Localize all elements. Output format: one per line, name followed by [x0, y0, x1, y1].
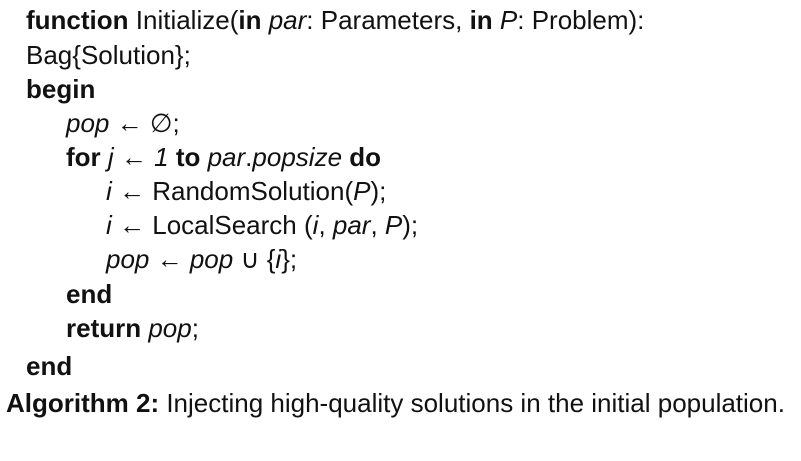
algorithm-line: pop ← pop ∪ {i}; [106, 243, 297, 275]
keyword: end [66, 279, 113, 309]
keyword: return [66, 313, 142, 343]
algorithm-line: Bag{Solution}; [26, 39, 191, 71]
code-text: ← ∅; [109, 108, 180, 138]
variable: 1 [154, 142, 169, 172]
algorithm-line: pop ← ∅; [66, 107, 180, 139]
variable: pop [141, 313, 192, 343]
algorithm-line: end [66, 278, 112, 310]
code-text: ← LocalSearch ( [111, 210, 313, 240]
variable: par [332, 210, 371, 240]
caption-text: Injecting high-quality solutions in the … [159, 388, 785, 418]
algorithm-line: begin [26, 73, 95, 105]
code-text: ← [113, 142, 155, 172]
variable: par [261, 5, 307, 35]
code-text: : Problem): [517, 5, 645, 35]
variable: P [492, 5, 518, 35]
code-text: : Parameters, [306, 5, 470, 35]
algorithm-line: i ← LocalSearch (i, par, P); [106, 209, 418, 241]
keyword: function [26, 5, 129, 35]
variable: par [200, 142, 246, 172]
code-text: ∪ { [233, 244, 276, 274]
code-text: ); [370, 176, 387, 206]
algorithm-line: i ← RandomSolution(P); [106, 175, 386, 207]
algorithm-caption: Algorithm 2: Injecting high-quality solu… [6, 386, 797, 420]
variable: pop [106, 244, 150, 274]
algorithm-line: return pop; [66, 312, 199, 344]
code-text: }; [281, 244, 298, 274]
keyword: for [66, 142, 101, 172]
code-text: ); [402, 210, 419, 240]
keyword: end [26, 351, 73, 381]
keyword: in [238, 5, 262, 35]
variable: pop [189, 244, 234, 274]
algorithm-line: for j ← 1 to par.popsize do [66, 141, 381, 173]
code-text: , [318, 210, 333, 240]
variable: popsize [252, 142, 343, 172]
keyword: do [342, 142, 382, 172]
code-text: Initialize( [128, 5, 239, 35]
algorithm-block: function Initialize(in par: Parameters, … [0, 0, 801, 461]
keyword: in [469, 5, 493, 35]
variable: P [353, 176, 371, 206]
variable: j [100, 142, 114, 172]
variable: pop [66, 108, 110, 138]
code-text: ; [191, 313, 199, 343]
algorithm-line: end [26, 350, 72, 382]
code-text: Bag{Solution}; [26, 40, 191, 70]
code-text: ← [149, 244, 190, 274]
keyword: to [168, 142, 201, 172]
variable: P [384, 210, 403, 240]
algorithm-line: function Initialize(in par: Parameters, … [26, 4, 644, 36]
code-text: , [370, 210, 385, 240]
caption-label: Algorithm 2: [6, 388, 160, 418]
keyword: begin [26, 74, 96, 104]
code-text: ← RandomSolution( [111, 176, 354, 206]
